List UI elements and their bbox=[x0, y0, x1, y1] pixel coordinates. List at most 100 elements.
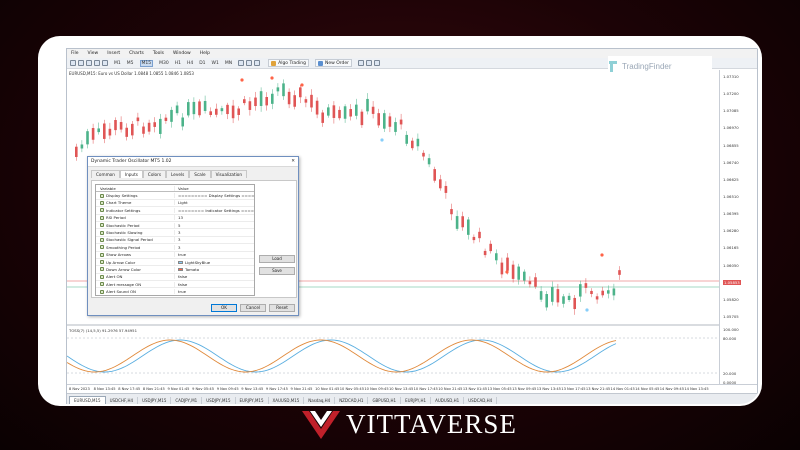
menu-window[interactable]: Window bbox=[173, 51, 191, 56]
input-type-icon bbox=[100, 282, 104, 287]
menu-file[interactable]: File bbox=[71, 51, 79, 56]
table-row[interactable]: Smoothing Period 3 bbox=[96, 244, 254, 252]
table-row[interactable]: Alert message ON false bbox=[96, 281, 254, 289]
new-order-button[interactable]: New Order bbox=[315, 59, 353, 67]
time-tick-label: 10 Nov 13:45 bbox=[389, 387, 414, 391]
timeframe-w1[interactable]: W1 bbox=[212, 61, 219, 66]
candle bbox=[310, 94, 313, 108]
timeframe-m30[interactable]: M30 bbox=[159, 61, 169, 66]
dialog-tab-visualization[interactable]: Visualization bbox=[210, 170, 248, 178]
menu-insert[interactable]: Insert bbox=[107, 51, 120, 56]
value-cell[interactable]: false bbox=[175, 274, 254, 279]
chart-tab[interactable]: CADJPY,M1 bbox=[171, 396, 203, 404]
chart-tab[interactable]: EURUSD,M15 bbox=[69, 395, 106, 404]
timeframe-h4[interactable]: H4 bbox=[187, 61, 193, 66]
candle bbox=[136, 117, 140, 122]
algo-trading-button[interactable]: Algo Trading bbox=[268, 59, 309, 67]
value-cell[interactable]: true bbox=[175, 252, 254, 257]
chart-tab[interactable]: EURJPY,H1 bbox=[401, 396, 432, 404]
timeframe-h1[interactable]: H1 bbox=[175, 61, 181, 66]
menu-help[interactable]: Help bbox=[200, 51, 210, 56]
timeframe-d1[interactable]: D1 bbox=[199, 61, 205, 66]
dialog-tab-colors[interactable]: Colors bbox=[142, 170, 167, 178]
dialog-tab-levels[interactable]: Levels bbox=[166, 170, 190, 178]
table-row[interactable]: Stochastic Period 5 bbox=[96, 222, 254, 230]
dialog-tab-inputs[interactable]: Inputs bbox=[119, 170, 143, 178]
price-tick-label: 1.07200 bbox=[723, 91, 739, 97]
timeframe-m1[interactable]: M1 bbox=[114, 61, 121, 66]
save-button[interactable]: Save bbox=[259, 267, 295, 275]
input-type-icon bbox=[100, 200, 104, 205]
value-cell[interactable]: ======== Indicator Settings ======== bbox=[175, 208, 254, 213]
line-tool-icon[interactable] bbox=[94, 60, 100, 66]
cancel-button[interactable]: Cancel bbox=[240, 304, 266, 312]
table-row[interactable]: Alert Sound ON true bbox=[96, 288, 254, 295]
chart-tab[interactable]: XAUUSD,M15 bbox=[269, 396, 305, 404]
value-cell[interactable]: true bbox=[175, 289, 254, 294]
variable-cell: Alert message ON bbox=[96, 281, 175, 287]
crosshair-icon[interactable] bbox=[86, 60, 92, 66]
value-cell[interactable]: Light bbox=[175, 200, 254, 205]
candle bbox=[187, 102, 190, 116]
dialog-tab-common[interactable]: Common bbox=[91, 170, 120, 178]
value-cell[interactable]: 3 bbox=[175, 245, 254, 250]
variable-value: 3 bbox=[178, 244, 181, 250]
value-cell[interactable]: 13 bbox=[175, 215, 254, 220]
template-icon[interactable] bbox=[254, 60, 261, 66]
reset-button[interactable]: Reset bbox=[269, 304, 295, 312]
menu-charts[interactable]: Charts bbox=[129, 51, 144, 56]
chart-tabs: EURUSD,M15 USDCHF,H4 USDJPY,M15 CADJPY,M1 US… bbox=[67, 393, 757, 404]
time-tick-label: 9 Nov 01:45 bbox=[167, 387, 190, 391]
value-cell[interactable]: false bbox=[175, 282, 254, 287]
periods-icon[interactable] bbox=[374, 60, 381, 66]
value-cell[interactable]: 3 bbox=[175, 230, 254, 235]
value-cell[interactable]: 5 bbox=[175, 223, 254, 228]
cursor-icon[interactable] bbox=[78, 60, 84, 66]
variable-name: Alert Sound ON bbox=[106, 289, 136, 295]
candle bbox=[511, 264, 515, 279]
channel-tool-icon[interactable] bbox=[102, 60, 108, 66]
table-row[interactable]: Stochastic Signal Period 3 bbox=[96, 237, 254, 245]
value-cell[interactable]: 3 bbox=[175, 237, 254, 242]
close-icon[interactable]: ✕ bbox=[291, 159, 295, 164]
value-cell[interactable]: Tomato bbox=[175, 267, 254, 272]
table-row[interactable]: Down Arrow Color Tomato bbox=[96, 266, 254, 274]
load-button[interactable]: Load bbox=[259, 255, 295, 263]
table-row[interactable]: Indicator Settings ======== Indicator Set… bbox=[96, 207, 254, 215]
table-row[interactable]: Chart Theme Light bbox=[96, 200, 254, 208]
zoom-icon[interactable] bbox=[246, 60, 253, 66]
candle bbox=[254, 97, 257, 107]
value-cell[interactable]: LightSkyBlue bbox=[175, 260, 254, 265]
chart-type-icon[interactable] bbox=[238, 60, 245, 66]
table-row[interactable]: RSI Period 13 bbox=[96, 215, 254, 222]
chart-tab[interactable]: USDCHF,H4 bbox=[106, 396, 139, 404]
candle bbox=[220, 108, 224, 112]
timeframe-mn[interactable]: MN bbox=[225, 61, 232, 66]
indicators-icon[interactable] bbox=[358, 60, 365, 66]
input-type-icon bbox=[100, 230, 104, 235]
chart-tab[interactable]: USDJPY,M15 bbox=[202, 396, 236, 404]
chart-tab[interactable]: USDJPY,M15 bbox=[138, 396, 172, 404]
chart-tab[interactable]: EURJPY,M15 bbox=[236, 396, 269, 404]
table-row[interactable]: Display Settings ========= Display Settin… bbox=[96, 192, 254, 200]
ok-button[interactable]: OK bbox=[211, 304, 237, 312]
table-row[interactable]: Up Arrow Color LightSkyBlue bbox=[96, 259, 254, 267]
new-chart-icon[interactable] bbox=[70, 60, 76, 66]
table-row[interactable]: Show Arrows true bbox=[96, 252, 254, 259]
menu-view[interactable]: View bbox=[88, 51, 99, 56]
chart-tab[interactable]: USDCAD,H4 bbox=[464, 396, 498, 404]
table-row[interactable]: Stochastic Slowing 3 bbox=[96, 229, 254, 237]
chart-tab[interactable]: GBPUSD,H1 bbox=[368, 396, 402, 404]
objects-icon[interactable] bbox=[366, 60, 373, 66]
chart-tab[interactable]: NZDCAD,H1 bbox=[335, 396, 369, 404]
candle bbox=[495, 253, 498, 261]
chart-tab[interactable]: Nasdaq,H4 bbox=[304, 396, 336, 404]
table-row[interactable]: Alert ON false bbox=[96, 274, 254, 282]
timeframe-m5[interactable]: M5 bbox=[127, 61, 134, 66]
tradingfinder-logo: TradingFinder bbox=[608, 56, 712, 76]
timeframe-m15[interactable]: M15 bbox=[139, 59, 154, 67]
menu-tools[interactable]: Tools bbox=[153, 51, 164, 56]
chart-tab[interactable]: AUDUSD,H1 bbox=[431, 396, 465, 404]
value-cell[interactable]: ========= Display Settings ========= bbox=[175, 193, 254, 198]
dialog-tab-scale[interactable]: Scale bbox=[189, 170, 211, 178]
